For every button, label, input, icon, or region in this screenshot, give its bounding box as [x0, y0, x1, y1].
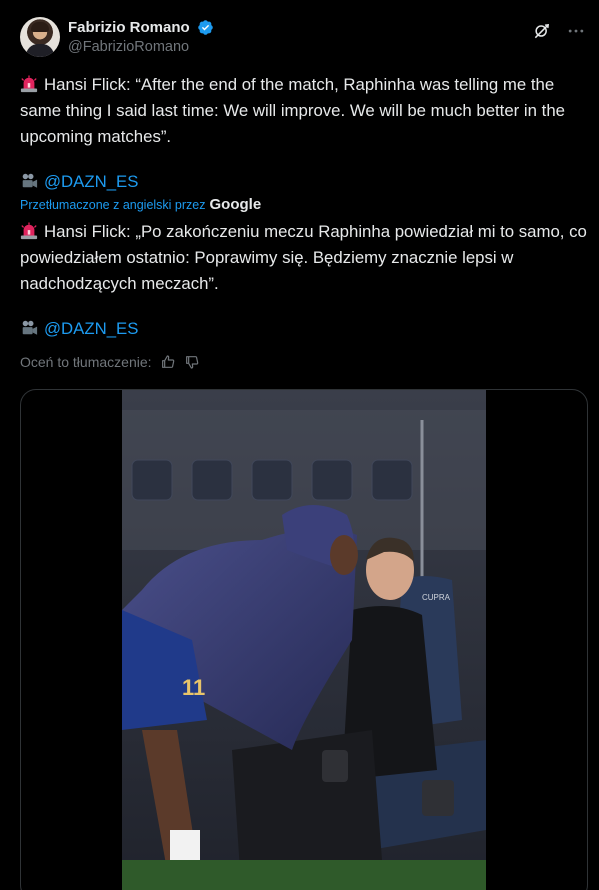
translation-attribution-text: Przetłumaczone z angielski przez [20, 197, 206, 212]
tweet-original-credit-line: @DAZN_ES [20, 169, 590, 195]
cup-holder-2 [422, 780, 454, 816]
rate-translation-label: Oceń to tłumaczenie: [20, 354, 152, 370]
google-logo-text: Google [209, 196, 262, 213]
header-actions [532, 21, 586, 41]
thumbs-up-icon[interactable] [160, 354, 176, 370]
tweet-translated-text-block: Hansi Flick: „Po zakończeniu meczu Raphi… [20, 219, 590, 297]
avatar[interactable] [20, 17, 60, 57]
movie-camera-emoji-icon [22, 320, 38, 335]
tweet-translated-credit-line: @DAZN_ES [20, 316, 590, 342]
seat-logo: CUPRA [422, 593, 451, 602]
rate-translation: Oceń to tłumaczenie: [20, 354, 200, 370]
tweet-media[interactable]: CUPRA 11 [20, 389, 588, 890]
thumbs-down-icon[interactable] [184, 354, 200, 370]
movie-camera-emoji-icon [22, 173, 38, 188]
tweet-original-text-block: Hansi Flick: “After the end of the match… [20, 72, 590, 150]
tweet-translated-text: Hansi Flick: „Po zakończeniu meczu Raphi… [20, 222, 587, 293]
avatar-hair [31, 22, 49, 32]
tweet-header: Fabrizio Romano @FabrizioRomano [20, 17, 590, 61]
verified-badge-icon [198, 20, 213, 36]
avatar-shirt [26, 44, 54, 57]
cup-holder [322, 750, 348, 782]
siren-emoji-icon [20, 222, 38, 240]
shorts-number: 11 [182, 675, 205, 700]
author-block: Fabrizio Romano @FabrizioRomano [68, 19, 214, 55]
more-icon[interactable] [566, 21, 586, 41]
dazn-mention-link[interactable]: @DAZN_ES [44, 319, 138, 338]
tweet-original-text: Hansi Flick: “After the end of the match… [20, 75, 565, 146]
grok-icon[interactable] [532, 21, 552, 41]
dazn-mention-link[interactable]: @DAZN_ES [44, 172, 138, 191]
video-frame[interactable]: CUPRA 11 [122, 390, 486, 890]
tweet: Fabrizio Romano @FabrizioRomano Hansi Fl… [0, 0, 599, 890]
player-head [330, 535, 358, 575]
siren-emoji-icon [20, 75, 38, 93]
author-handle[interactable]: @FabrizioRomano [68, 39, 214, 55]
pitch-grass [122, 860, 486, 890]
author-display-name[interactable]: Fabrizio Romano [68, 19, 190, 36]
translation-attribution[interactable]: Przetłumaczone z angielski przez Google [20, 196, 261, 213]
